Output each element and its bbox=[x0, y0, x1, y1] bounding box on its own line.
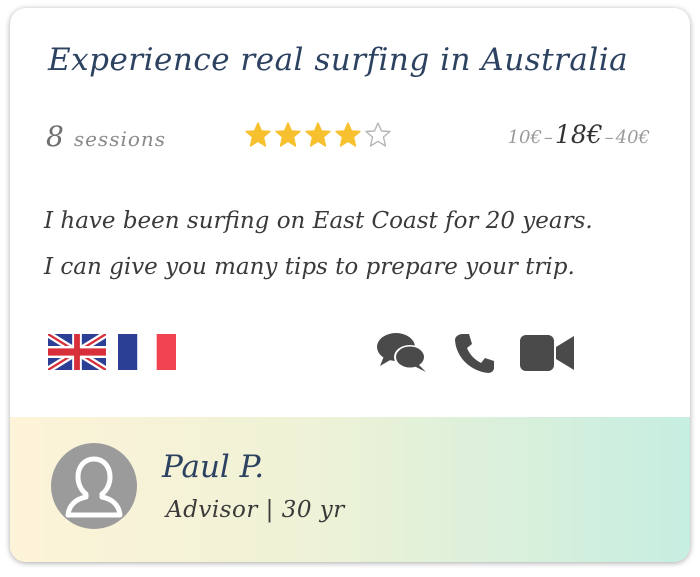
price-max: 40€ bbox=[615, 127, 650, 148]
advisor-name: Paul P. bbox=[162, 449, 265, 485]
rating-stars bbox=[244, 121, 392, 149]
star-filled-icon bbox=[334, 121, 362, 149]
user-icon bbox=[65, 456, 123, 518]
advisor-role: Advisor | 30 yr bbox=[166, 497, 345, 523]
language-flags bbox=[48, 334, 176, 370]
video-icon[interactable] bbox=[520, 333, 574, 373]
price-range: 10€ – 18€ – 40€ bbox=[508, 120, 650, 149]
price-min: 10€ bbox=[507, 127, 542, 148]
description: I have been surfing on East Coast for 20… bbox=[44, 198, 664, 290]
phone-icon[interactable] bbox=[454, 332, 494, 374]
star-empty-icon bbox=[364, 121, 392, 149]
advisor-footer[interactable]: Paul P. Advisor | 30 yr bbox=[10, 417, 690, 562]
uk-flag-icon bbox=[48, 334, 106, 370]
star-filled-icon bbox=[304, 121, 332, 149]
description-line: I can give you many tips to prepare your… bbox=[44, 254, 575, 280]
sessions-count: 8 bbox=[46, 120, 64, 153]
contact-methods bbox=[376, 330, 574, 376]
star-filled-icon bbox=[274, 121, 302, 149]
star-filled-icon bbox=[244, 121, 272, 149]
sessions-info: 8 sessions bbox=[46, 120, 166, 153]
price-dash: – bbox=[604, 127, 614, 148]
avatar[interactable] bbox=[51, 443, 137, 529]
price-main: 18€ bbox=[554, 120, 603, 149]
sessions-label: sessions bbox=[73, 127, 167, 151]
description-line: I have been surfing on East Coast for 20… bbox=[44, 208, 593, 234]
price-dash: – bbox=[543, 127, 553, 148]
advisor-card[interactable]: Experience real surfing in Australia 8 s… bbox=[10, 8, 690, 562]
card-title: Experience real surfing in Australia bbox=[48, 42, 629, 78]
france-flag-icon bbox=[118, 334, 176, 370]
chat-icon[interactable] bbox=[376, 330, 428, 376]
